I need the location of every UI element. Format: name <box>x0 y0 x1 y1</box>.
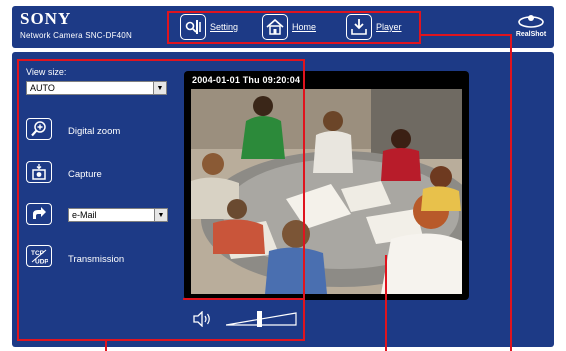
callout-line <box>105 340 107 351</box>
realshot-icon <box>518 15 544 28</box>
realshot-logo: RealShot <box>514 12 548 38</box>
callout-line <box>510 34 512 351</box>
realshot-label: RealShot <box>515 31 547 38</box>
brand: SONY Network Camera SNC-DF40N <box>20 9 132 41</box>
camera-model: Network Camera SNC-DF40N <box>20 31 132 40</box>
callout-menu-box <box>167 11 421 44</box>
callout-video-edge <box>183 59 305 300</box>
callout-line <box>420 34 512 36</box>
brand-logo: SONY <box>20 9 72 28</box>
camera-main-viewer: SONY Network Camera SNC-DF40N Setting Ho… <box>0 0 566 351</box>
callout-line <box>385 255 387 351</box>
